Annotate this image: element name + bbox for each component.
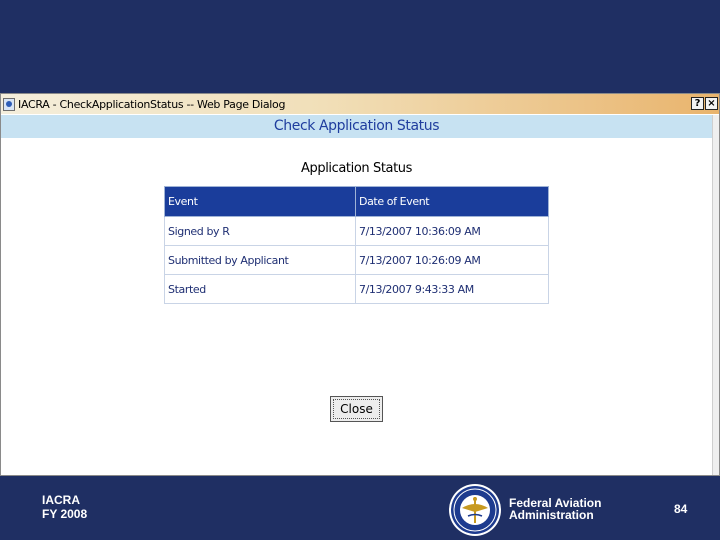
web-page-dialog: IACRA - CheckApplicationStatus -- Web Pa… xyxy=(0,93,720,476)
dialog-title: IACRA - CheckApplicationStatus -- Web Pa… xyxy=(18,97,286,111)
slide-page-number: 84 xyxy=(674,502,688,516)
close-button[interactable]: Close xyxy=(330,396,383,422)
footer-program-name: IACRA xyxy=(42,493,80,507)
agency-line-2: Administration xyxy=(509,508,594,522)
date-cell: 7/13/2007 9:43:33 AM xyxy=(355,274,549,304)
table-row: Submitted by Applicant 7/13/2007 10:26:0… xyxy=(164,245,549,275)
table-header-row: Event Date of Event xyxy=(164,186,549,217)
date-cell: 7/13/2007 10:26:09 AM xyxy=(355,245,549,275)
column-header-date: Date of Event xyxy=(355,186,549,217)
footer-program-label: IACRA FY 2008 xyxy=(42,493,87,521)
faa-seal-icon xyxy=(449,484,501,536)
help-button[interactable]: ? xyxy=(691,97,704,110)
window-close-button[interactable]: × xyxy=(705,97,718,110)
page-header: Check Application Status xyxy=(1,115,712,138)
event-cell: Signed by R xyxy=(164,216,356,246)
event-cell: Started xyxy=(164,274,356,304)
dialog-titlebar[interactable]: IACRA - CheckApplicationStatus -- Web Pa… xyxy=(1,94,719,114)
column-header-event: Event xyxy=(164,186,356,217)
table-row: Started 7/13/2007 9:43:33 AM xyxy=(164,274,549,304)
vertical-scrollbar[interactable] xyxy=(712,115,719,475)
status-table: Event Date of Event Signed by R 7/13/200… xyxy=(164,186,549,304)
page-title: Check Application Status xyxy=(273,118,440,134)
ie-window-icon xyxy=(3,97,15,111)
footer-fiscal-year: FY 2008 xyxy=(42,507,88,521)
section-title: Application Status xyxy=(301,161,412,176)
agency-name: Federal Aviation Administration xyxy=(509,497,601,521)
event-cell: Submitted by Applicant xyxy=(164,245,356,275)
table-row: Signed by R 7/13/2007 10:36:09 AM xyxy=(164,216,549,246)
date-cell: 7/13/2007 10:36:09 AM xyxy=(355,216,549,246)
